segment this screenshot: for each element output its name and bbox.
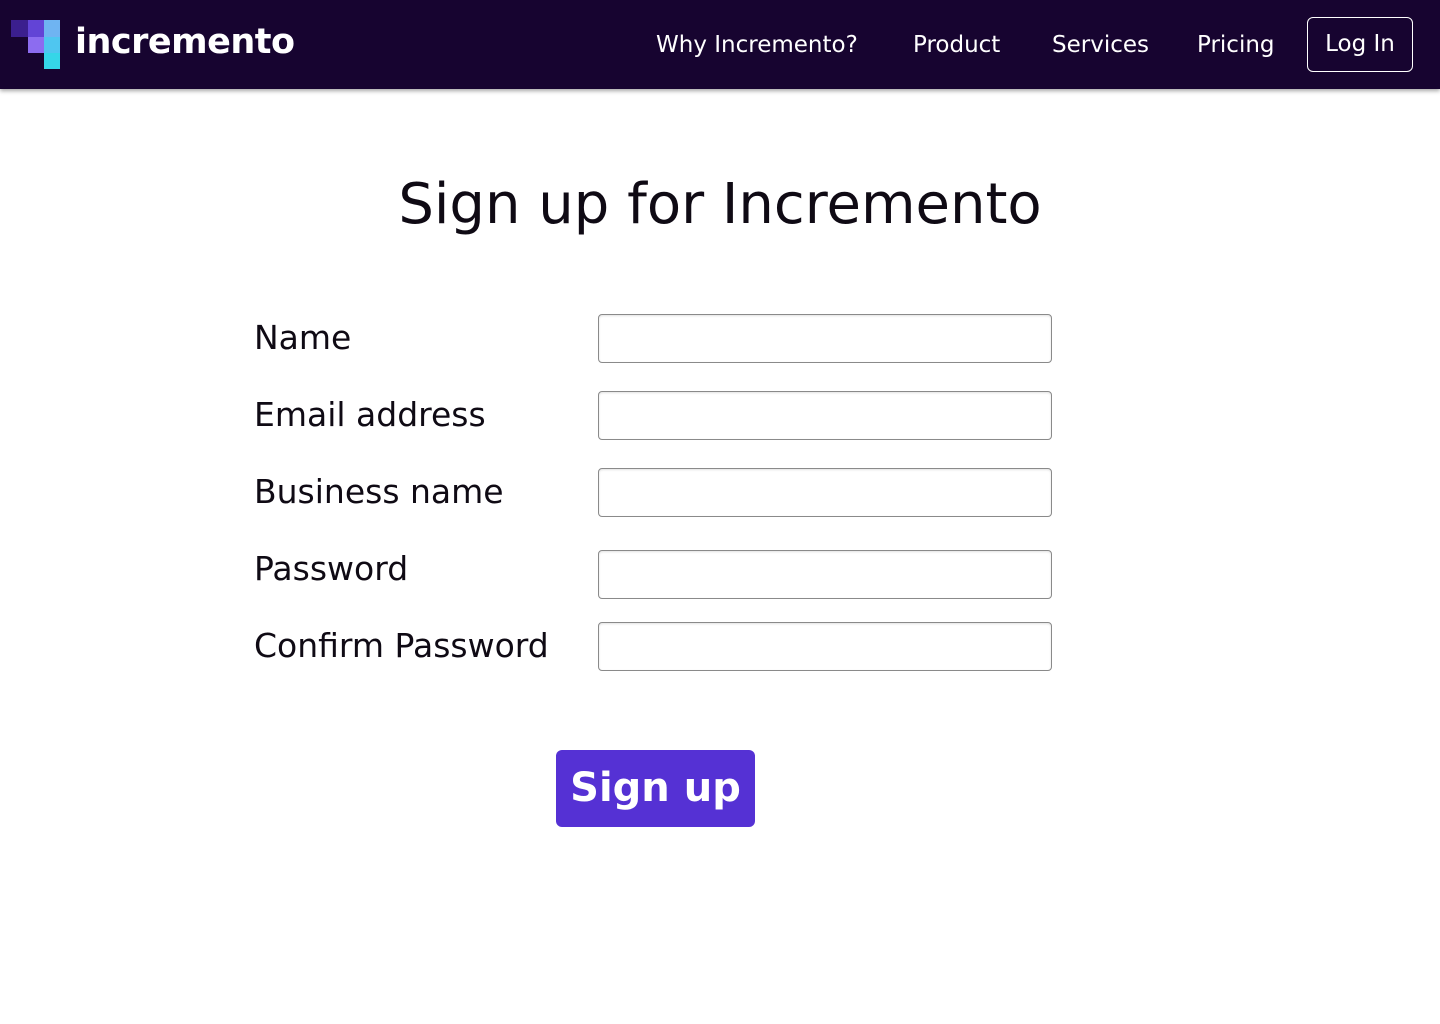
login-button[interactable]: Log In <box>1307 17 1413 72</box>
top-navbar: incremento Why Incremento? Product Servi… <box>0 0 1440 89</box>
email-input[interactable] <box>598 391 1052 440</box>
nav-link-services[interactable]: Services <box>1052 28 1149 62</box>
logo-wordmark: incremento <box>75 22 295 62</box>
signup-button[interactable]: Sign up <box>556 750 755 827</box>
name-input[interactable] <box>598 314 1052 363</box>
nav-link-why-incremento[interactable]: Why Incremento? <box>656 28 858 62</box>
confirm-password-label: Confirm Password <box>254 626 549 665</box>
nav-link-product[interactable]: Product <box>913 28 1000 62</box>
confirm-password-input[interactable] <box>598 622 1052 671</box>
password-input[interactable] <box>598 550 1052 599</box>
name-label: Name <box>254 318 352 357</box>
business-name-label: Business name <box>254 472 504 511</box>
logo[interactable]: incremento <box>11 20 295 69</box>
incremento-logo-icon <box>11 20 61 69</box>
password-label: Password <box>254 549 409 588</box>
business-name-input[interactable] <box>598 468 1052 517</box>
nav-link-pricing[interactable]: Pricing <box>1197 28 1275 62</box>
page-title: Sign up for Incremento <box>398 172 1042 237</box>
email-label: Email address <box>254 395 486 434</box>
